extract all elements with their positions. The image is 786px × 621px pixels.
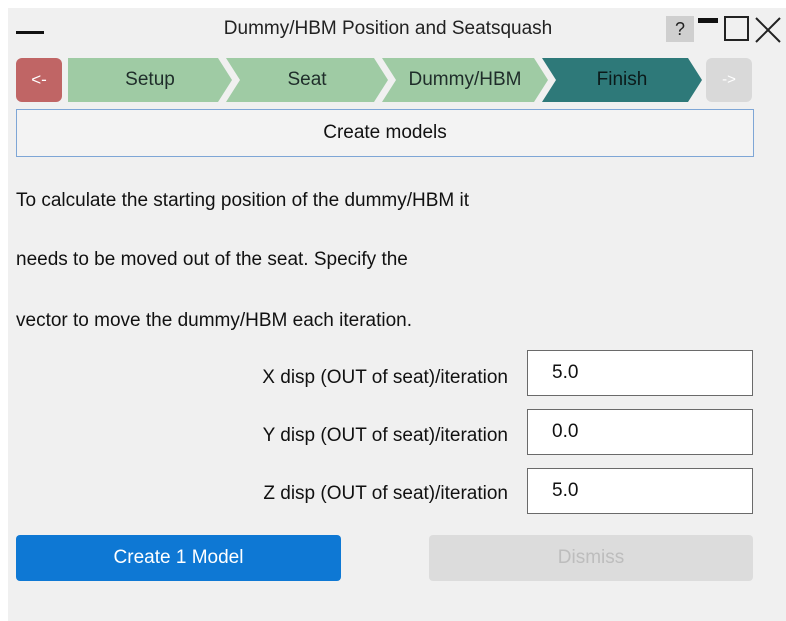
dismiss-button[interactable]: Dismiss: [429, 535, 753, 581]
step-setup[interactable]: Setup: [68, 58, 232, 102]
step-seat[interactable]: Seat: [226, 58, 388, 102]
z-disp-input[interactable]: [527, 468, 753, 514]
create-model-button[interactable]: Create 1 Model: [16, 535, 341, 581]
back-button[interactable]: <-: [16, 58, 62, 102]
x-disp-label: X disp (OUT of seat)/iteration: [262, 367, 508, 388]
z-disp-label: Z disp (OUT of seat)/iteration: [263, 483, 508, 504]
x-disp-input[interactable]: [527, 350, 753, 396]
step-finish[interactable]: Finish: [542, 58, 702, 102]
wizard-step-bar: <- Setup Seat Dummy/HBM Finish ->: [8, 58, 786, 102]
description-line: To calculate the starting position of th…: [16, 190, 470, 211]
close-icon[interactable]: [754, 16, 782, 44]
step-dummy-hbm[interactable]: Dummy/HBM: [382, 58, 548, 102]
y-disp-input[interactable]: [527, 409, 753, 455]
window-title: Dummy/HBM Position and Seatsquash: [223, 18, 553, 39]
description-line: vector to move the dummy/HBM each iterat…: [16, 310, 412, 331]
maximize-icon[interactable]: [724, 16, 749, 41]
title-bar: Dummy/HBM Position and Seatsquash ?: [8, 8, 786, 48]
dialog-window: Dummy/HBM Position and Seatsquash ? <- S…: [8, 8, 786, 621]
minimize-icon[interactable]: [698, 18, 718, 23]
section-header: Create models: [16, 109, 754, 157]
next-button[interactable]: ->: [706, 58, 752, 102]
help-button[interactable]: ?: [666, 16, 694, 42]
y-disp-label: Y disp (OUT of seat)/iteration: [262, 425, 508, 446]
description-line: needs to be moved out of the seat. Speci…: [16, 249, 408, 270]
